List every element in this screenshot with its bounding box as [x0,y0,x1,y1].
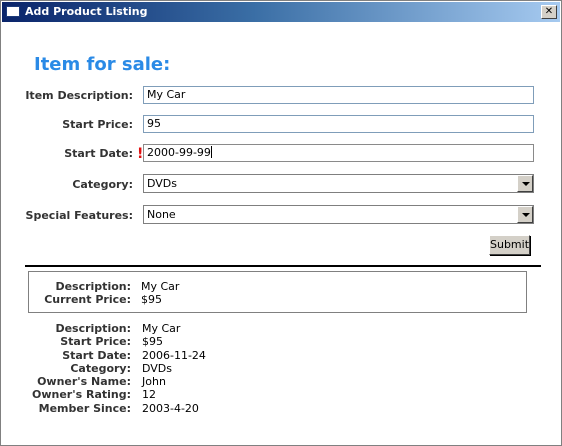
detail-owner-rating-label: Owner's Rating: [32,388,131,401]
detail-owner-rating-value: 12 [142,388,156,401]
submit-button[interactable]: Submit [489,235,530,255]
description-input[interactable]: My Car [143,86,534,104]
detail-category-value: DVDs [142,362,173,375]
detail-member-since-label: Member Since: [38,402,131,415]
start-date-label: Start Date: [64,147,133,160]
app-window: Add Product Listing ✕ Item for sale: Ite… [0,0,562,446]
detail-owner-name-value: John [142,375,166,388]
summary-price-label: Current Price: [44,293,131,306]
description-label: Item Description: [25,89,133,102]
detail-description-label: Description: [55,322,131,335]
description-input-value: My Car [147,88,186,101]
form-heading: Item for sale: [34,54,171,75]
detail-member-since-value: 2003-4-20 [142,402,199,415]
chevron-down-icon[interactable] [517,206,533,223]
detail-start-price-label: Start Price: [60,335,131,348]
window-icon [6,6,20,17]
special-features-select[interactable]: None [143,205,534,224]
close-button[interactable]: ✕ [541,5,557,19]
detail-category-label: Category: [70,362,131,375]
detail-start-date-label: Start Date: [62,349,131,362]
chevron-down-icon[interactable] [517,175,533,192]
detail-owner-name-label: Owner's Name: [37,375,131,388]
detail-start-date-value: 2006-11-24 [142,349,206,362]
category-selected-value: DVDs [147,177,178,190]
summary-description-value: My Car [141,280,180,293]
summary-description-label: Description: [55,280,131,293]
start-price-input-value: 95 [147,117,161,130]
section-divider [25,265,541,267]
category-label: Category: [72,178,133,191]
start-date-input-value: 2000-99-99 [147,146,211,159]
title-bar[interactable]: Add Product Listing ✕ [2,2,560,22]
special-features-label: Special Features: [25,209,133,222]
start-date-input[interactable]: 2000-99-99 [143,144,534,162]
window-title: Add Product Listing [25,5,148,18]
special-features-selected-value: None [147,208,176,221]
category-select[interactable]: DVDs [143,174,534,193]
text-caret [210,146,212,158]
start-price-label: Start Price: [62,118,133,131]
summary-price-value: $95 [141,293,162,306]
detail-start-price-value: $95 [142,335,163,348]
start-price-input[interactable]: 95 [143,115,534,133]
detail-description-value: My Car [142,322,181,335]
